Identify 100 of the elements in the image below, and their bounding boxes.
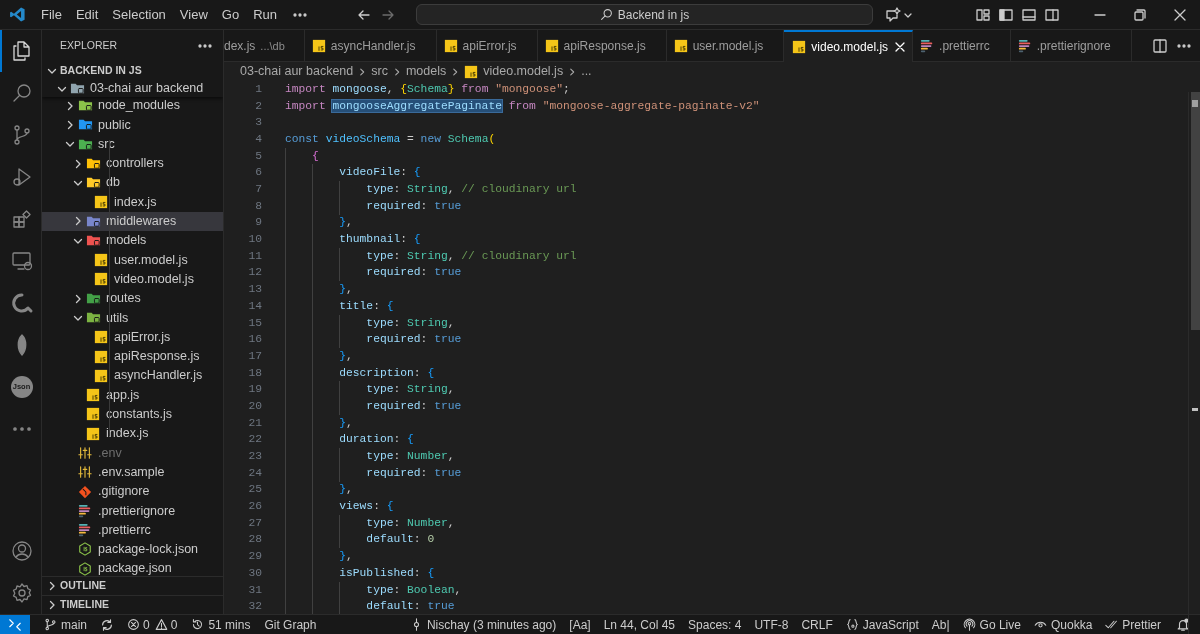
code-line: duration: {: [338, 432, 414, 448]
code-line: },: [338, 282, 353, 298]
line-number: 9: [254, 215, 262, 231]
status-item[interactable]: CRLF: [795, 615, 839, 634]
line-number: 32: [247, 599, 262, 614]
line-number: 7: [254, 182, 262, 197]
line-number: 30: [247, 565, 262, 581]
line-number: 3: [254, 115, 262, 131]
code-line: type: Number,: [365, 449, 455, 464]
tree-item[interactable]: video.model.js: [42, 269, 223, 289]
status-item[interactable]: Quokka: [1027, 615, 1099, 634]
code-line: required: true: [365, 332, 462, 348]
status-item[interactable]: Prettier: [1099, 615, 1167, 634]
line-number: 6: [254, 165, 262, 181]
editor-tab[interactable]: apiError.js: [436, 30, 538, 62]
menu-item[interactable]: Edit: [68, 0, 106, 30]
line-number: 23: [247, 449, 262, 464]
editor-tab[interactable]: dex.js ...\db: [224, 30, 305, 62]
status-item[interactable]: Spaces: 4: [682, 615, 748, 634]
status-item[interactable]: Nischay (3 minutes ago): [403, 615, 563, 634]
tree-item[interactable]: public: [42, 115, 223, 135]
tree-item[interactable]: .gitignore: [42, 481, 223, 502]
tree-item[interactable]: node_modules: [42, 96, 223, 116]
editor-tab[interactable]: asyncHandler.js: [304, 30, 437, 62]
code-line: required: true: [365, 398, 462, 414]
line-number: 24: [247, 465, 262, 481]
tree-item[interactable]: index.js: [42, 424, 223, 444]
code-line: thumbnail: {: [338, 232, 421, 248]
status-item[interactable]: Git Graph: [258, 615, 323, 634]
line-number: 26: [247, 499, 262, 515]
menu-item[interactable]: Go: [214, 0, 247, 30]
editor-tab[interactable]: .prettierignore: [1010, 30, 1132, 62]
menu-item[interactable]: View: [172, 0, 215, 30]
tree-item[interactable]: models: [42, 231, 223, 251]
line-number: 31: [247, 582, 262, 598]
line-number: 28: [247, 532, 262, 548]
tree-item[interactable]: 03-chai aur backend: [42, 80, 223, 97]
code-line: },: [338, 348, 353, 364]
tree-item[interactable]: index.js: [42, 192, 223, 212]
tree-item[interactable]: constants.js: [42, 404, 223, 425]
status-item[interactable]: UTF-8: [748, 615, 795, 634]
breadcrumb-item[interactable]: src: [371, 62, 388, 81]
line-number: 18: [247, 365, 262, 381]
code-line: required: true: [365, 465, 462, 481]
tree-item[interactable]: apiError.js: [42, 327, 223, 347]
code-line: description: {: [338, 365, 435, 381]
tree-item[interactable]: .env: [42, 443, 223, 463]
tree-item[interactable]: .prettierignore: [42, 501, 223, 521]
status-item[interactable]: [Aa]: [563, 615, 597, 634]
line-number: 21: [247, 415, 262, 431]
breadcrumb-item[interactable]: video.model.js: [464, 62, 564, 81]
editor-tab[interactable]: apiResponse.js: [537, 30, 667, 62]
tree-item[interactable]: user.model.js: [42, 250, 223, 270]
code-line: },: [338, 215, 353, 231]
tree-item[interactable]: package-lock.json: [42, 539, 223, 560]
code-line: const videoSchema = new Schema(: [285, 131, 496, 147]
search-field[interactable]: Backend in js: [416, 4, 873, 25]
tree-item[interactable]: asyncHandler.js: [42, 366, 223, 386]
tree-item[interactable]: .env.sample: [42, 462, 223, 482]
breadcrumb-item[interactable]: ...: [581, 62, 592, 81]
line-number: 13: [247, 282, 262, 298]
menu-item[interactable]: Selection: [105, 0, 173, 30]
sidebar-title: EXPLORER: [60, 38, 118, 54]
code-line: type: String,: [365, 382, 455, 398]
code-line: default: true: [365, 599, 455, 614]
breadcrumb-item[interactable]: 03-chai aur backend: [240, 62, 354, 81]
status-item[interactable]: Ab|: [925, 615, 956, 634]
tree-item[interactable]: routes: [42, 288, 223, 309]
tree-item[interactable]: app.js: [42, 385, 223, 405]
tree-item[interactable]: .prettierrc: [42, 520, 223, 540]
code-line: required: true: [365, 198, 462, 214]
editor-tab[interactable]: video.model.js: [784, 30, 914, 62]
section-header[interactable]: BACKEND IN JS: [42, 62, 223, 80]
tree-item[interactable]: package.json: [42, 559, 223, 576]
code-line: isPublished: {: [338, 565, 435, 581]
code-line: import mongoose, {Schema} from "mongoose";: [285, 81, 570, 97]
status-item[interactable]: main: [38, 615, 93, 634]
line-number: 29: [247, 549, 262, 565]
line-number: 17: [247, 348, 262, 364]
status-item[interactable]: JavaScript: [839, 615, 925, 634]
tree-item[interactable]: apiResponse.js: [42, 346, 223, 367]
line-number: 5: [254, 148, 262, 164]
menu-item[interactable]: File: [34, 0, 69, 30]
code-line: {: [311, 148, 319, 164]
section-header[interactable]: OUTLINE: [42, 576, 223, 595]
line-number: 20: [247, 398, 262, 414]
line-number: 16: [247, 332, 262, 348]
status-item[interactable]: Ln 44, Col 45: [597, 615, 682, 634]
status-item[interactable]: 51 mins: [185, 615, 257, 634]
problems-button[interactable]: 0 0: [121, 615, 184, 634]
line-number: 15: [247, 315, 262, 331]
tree-item[interactable]: middlewares: [42, 211, 223, 232]
tree-item[interactable]: controllers: [42, 153, 223, 174]
status-item[interactable]: Go Live: [956, 615, 1027, 634]
menu-item[interactable]: Run: [246, 0, 284, 30]
line-number: 10: [247, 232, 262, 248]
editor-tab[interactable]: .prettierrc: [913, 30, 1011, 62]
line-number: 11: [247, 248, 262, 264]
tree-item[interactable]: utils: [42, 308, 223, 328]
breadcrumb-item[interactable]: models: [405, 62, 447, 81]
